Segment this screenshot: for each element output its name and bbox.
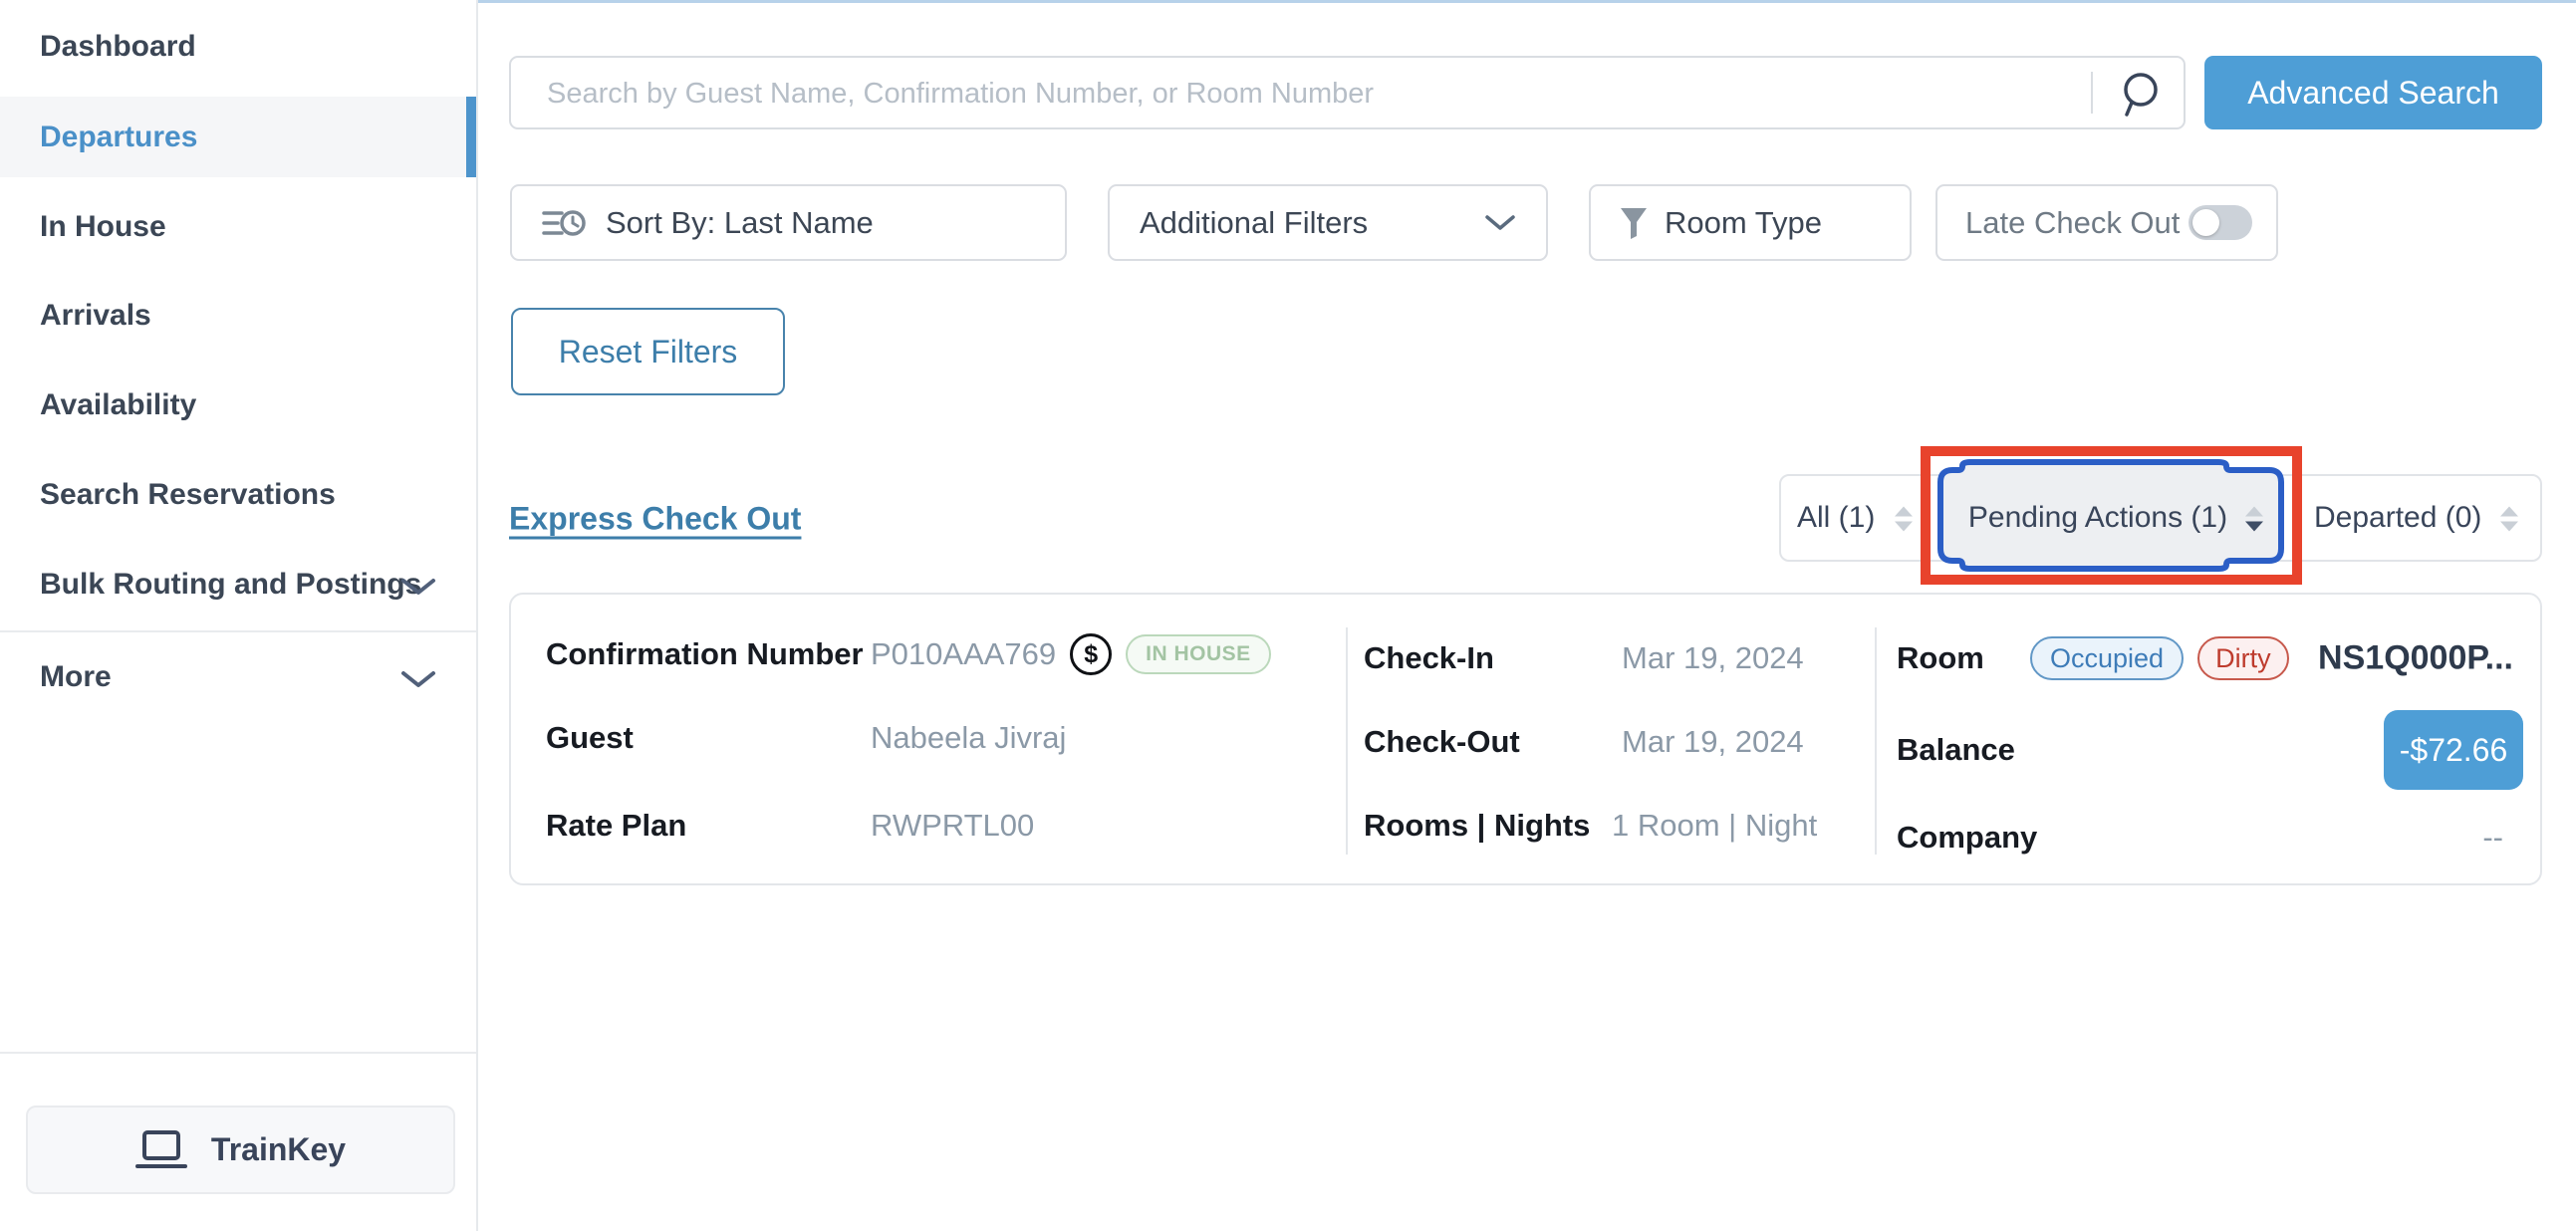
tab-all[interactable]: All (1) (1797, 501, 1875, 535)
sidebar-item-departures[interactable]: Departures (40, 121, 197, 154)
rate-plan-value: RWPRTL00 (871, 808, 1034, 844)
card-divider (1875, 627, 1877, 855)
balance-badge[interactable]: -$72.66 (2384, 710, 2523, 790)
guest-label: Guest (546, 720, 634, 756)
late-check-out-label: Late Check Out (1965, 205, 2180, 241)
toggle-knob (2192, 209, 2219, 236)
balance-value: -$72.66 (2400, 732, 2508, 769)
room-type-label: Room Type (1665, 205, 1822, 241)
reset-filters-button[interactable]: Reset Filters (511, 308, 785, 395)
tab-departed[interactable]: Departed (0) (2314, 501, 2481, 535)
sidebar-item-more[interactable]: More (40, 660, 112, 694)
chevron-down-icon (1484, 214, 1516, 232)
room-label: Room (1897, 640, 1984, 676)
sort-by-dropdown[interactable]: Sort By: Last Name (510, 184, 1067, 261)
sidebar-item-dashboard[interactable]: Dashboard (40, 30, 196, 64)
search-divider (2091, 72, 2093, 114)
additional-filters-label: Additional Filters (1140, 205, 1368, 241)
rate-plan-label: Rate Plan (546, 808, 686, 844)
late-check-out-filter: Late Check Out (1935, 184, 2278, 261)
sidebar-item-bulk-routing[interactable]: Bulk Routing and Postings (40, 568, 421, 602)
guest-value: Nabeela Jivraj (871, 720, 1066, 756)
sidebar-divider (0, 630, 476, 632)
room-number-value: NS1Q000P... (2318, 639, 2513, 678)
room-status-badges: Occupied Dirty (2030, 636, 2289, 680)
sidebar-item-availability[interactable]: Availability (40, 388, 196, 422)
occupied-badge: Occupied (2030, 636, 2184, 680)
in-house-badge: IN HOUSE (1126, 634, 1271, 674)
search-input[interactable] (545, 58, 2073, 129)
laptop-icon (135, 1129, 187, 1171)
annotation-highlight-box (1921, 446, 2302, 585)
search-icon[interactable] (2117, 71, 2163, 119)
balance-label: Balance (1897, 732, 2015, 768)
check-out-value: Mar 19, 2024 (1622, 724, 1804, 760)
advanced-search-button[interactable]: Advanced Search (2204, 56, 2542, 129)
sort-arrows-icon[interactable] (1895, 507, 1913, 532)
sidebar-divider (0, 1052, 476, 1054)
dirty-badge: Dirty (2197, 636, 2289, 680)
express-check-out-link[interactable]: Express Check Out (509, 501, 801, 538)
additional-filters-dropdown[interactable]: Additional Filters (1108, 184, 1548, 261)
sidebar-item-in-house[interactable]: In House (40, 210, 166, 244)
active-nav-indicator (466, 97, 476, 177)
company-value: -- (2482, 820, 2503, 856)
rooms-nights-label: Rooms | Nights (1364, 808, 1590, 844)
room-type-filter[interactable]: Room Type (1589, 184, 1912, 261)
chevron-down-icon (400, 669, 436, 689)
chevron-down-icon (400, 577, 436, 597)
payment-dollar-icon[interactable]: $ (1070, 633, 1112, 675)
sidebar-item-search-reservations[interactable]: Search Reservations (40, 478, 336, 512)
check-in-value: Mar 19, 2024 (1622, 640, 1804, 676)
sidebar: Dashboard Departures In House Arrivals A… (0, 0, 478, 1231)
funnel-icon (1619, 206, 1649, 240)
sort-arrows-icon[interactable] (2500, 507, 2518, 532)
confirmation-number-value: P010AAA769 (871, 636, 1056, 672)
trainkey-label: TrainKey (211, 1131, 346, 1168)
rooms-nights-value: 1 Room | Night (1612, 808, 1817, 844)
confirmation-number-row: P010AAA769 $ IN HOUSE (871, 633, 1271, 675)
search-bar (509, 56, 2186, 129)
company-label: Company (1897, 820, 2037, 856)
card-divider (1346, 627, 1348, 855)
departures-page: Dashboard Departures In House Arrivals A… (0, 0, 2576, 1231)
sidebar-item-arrivals[interactable]: Arrivals (40, 299, 151, 333)
confirmation-number-label: Confirmation Number (546, 636, 864, 672)
sort-by-time-icon (542, 205, 586, 241)
check-out-label: Check-Out (1364, 724, 1520, 760)
trainkey-button[interactable]: TrainKey (26, 1106, 455, 1194)
late-check-out-toggle[interactable] (2189, 205, 2252, 240)
check-in-label: Check-In (1364, 640, 1494, 676)
sort-by-label: Sort By: Last Name (606, 205, 874, 241)
